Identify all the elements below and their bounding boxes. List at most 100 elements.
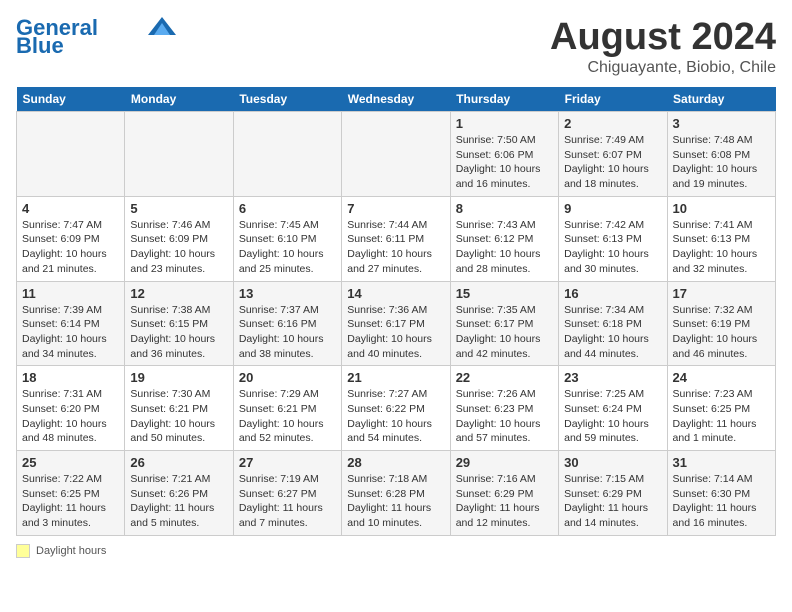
day-number: 7 (347, 201, 444, 216)
calendar-week-5: 25Sunrise: 7:22 AM Sunset: 6:25 PM Dayli… (17, 451, 776, 536)
day-number: 11 (22, 286, 119, 301)
day-number: 24 (673, 370, 770, 385)
day-number: 8 (456, 201, 553, 216)
calendar-cell: 24 Sunrise: 7:23 AM Sunset: 6:25 PM Dayli… (667, 366, 775, 451)
calendar-col-friday: Friday (559, 87, 667, 112)
calendar-week-3: 11 Sunrise: 7:39 AM Sunset: 6:14 PM Dayli… (17, 281, 776, 366)
calendar-cell: 7 Sunrise: 7:44 AM Sunset: 6:11 PM Daylig… (342, 196, 450, 281)
calendar-cell: 9Sunrise: 7:42 AM Sunset: 6:13 PM Daylig… (559, 196, 667, 281)
day-info: Sunrise: 7:31 AM Sunset: 6:20 PM Dayligh… (22, 387, 119, 446)
day-info: Sunrise: 7:41 AM Sunset: 6:13 PM Dayligh… (673, 218, 770, 277)
day-number: 31 (673, 455, 770, 470)
day-number: 14 (347, 286, 444, 301)
calendar-col-wednesday: Wednesday (342, 87, 450, 112)
day-number: 28 (347, 455, 444, 470)
calendar-week-1: 1 Sunrise: 7:50 AM Sunset: 6:06 PM Daylig… (17, 112, 776, 197)
calendar-cell: 17Sunrise: 7:32 AM Sunset: 6:19 PM Dayli… (667, 281, 775, 366)
day-number: 25 (22, 455, 119, 470)
calendar-cell: 26Sunrise: 7:21 AM Sunset: 6:26 PM Dayli… (125, 451, 233, 536)
calendar-cell: 21Sunrise: 7:27 AM Sunset: 6:22 PM Dayli… (342, 366, 450, 451)
day-info: Sunrise: 7:47 AM Sunset: 6:09 PM Dayligh… (22, 218, 119, 277)
calendar-col-monday: Monday (125, 87, 233, 112)
calendar-cell: 25Sunrise: 7:22 AM Sunset: 6:25 PM Dayli… (17, 451, 125, 536)
calendar-cell: 29 Sunrise: 7:16 AM Sunset: 6:29 PM Dayli… (450, 451, 558, 536)
day-info: Sunrise: 7:14 AM Sunset: 6:30 PM Dayligh… (673, 472, 770, 531)
day-number: 20 (239, 370, 336, 385)
calendar-cell: 12Sunrise: 7:38 AM Sunset: 6:15 PM Dayli… (125, 281, 233, 366)
day-number: 30 (564, 455, 661, 470)
day-info: Sunrise: 7:39 AM Sunset: 6:14 PM Dayligh… (22, 303, 119, 362)
day-info: Sunrise: 7:19 AM Sunset: 6:27 PM Dayligh… (239, 472, 336, 531)
day-info: Sunrise: 7:44 AM Sunset: 6:11 PM Dayligh… (347, 218, 444, 277)
logo-subtext: Blue (16, 34, 64, 58)
day-info: Sunrise: 7:35 AM Sunset: 6:17 PM Dayligh… (456, 303, 553, 362)
day-number: 18 (22, 370, 119, 385)
calendar-week-4: 18 Sunrise: 7:31 AM Sunset: 6:20 PM Dayli… (17, 366, 776, 451)
day-number: 23 (564, 370, 661, 385)
calendar-cell (342, 112, 450, 197)
day-info: Sunrise: 7:16 AM Sunset: 6:29 PM Dayligh… (456, 472, 553, 531)
calendar-cell: 22Sunrise: 7:26 AM Sunset: 6:23 PM Dayli… (450, 366, 558, 451)
day-number: 29 (456, 455, 553, 470)
day-info: Sunrise: 7:27 AM Sunset: 6:22 PM Dayligh… (347, 387, 444, 446)
day-number: 19 (130, 370, 227, 385)
logo-icon (148, 17, 176, 35)
calendar-cell: 14Sunrise: 7:36 AM Sunset: 6:17 PM Dayli… (342, 281, 450, 366)
day-number: 10 (673, 201, 770, 216)
logo: General Blue (16, 16, 176, 58)
calendar-col-sunday: Sunday (17, 87, 125, 112)
calendar-cell (125, 112, 233, 197)
calendar-cell: 27Sunrise: 7:19 AM Sunset: 6:27 PM Dayli… (233, 451, 341, 536)
day-info: Sunrise: 7:45 AM Sunset: 6:10 PM Dayligh… (239, 218, 336, 277)
calendar-cell: 8Sunrise: 7:43 AM Sunset: 6:12 PM Daylig… (450, 196, 558, 281)
calendar-cell: 28 Sunrise: 7:18 AM Sunset: 6:28 PM Dayli… (342, 451, 450, 536)
calendar-table: SundayMondayTuesdayWednesdayThursdayFrid… (16, 87, 776, 536)
day-number: 5 (130, 201, 227, 216)
calendar-header-row: SundayMondayTuesdayWednesdayThursdayFrid… (17, 87, 776, 112)
calendar-cell: 15 Sunrise: 7:35 AM Sunset: 6:17 PM Dayli… (450, 281, 558, 366)
day-number: 6 (239, 201, 336, 216)
day-info: Sunrise: 7:15 AM Sunset: 6:29 PM Dayligh… (564, 472, 661, 531)
day-info: Sunrise: 7:30 AM Sunset: 6:21 PM Dayligh… (130, 387, 227, 446)
calendar-cell (17, 112, 125, 197)
legend: Daylight hours (16, 544, 776, 558)
calendar-cell: 23 Sunrise: 7:25 AM Sunset: 6:24 PM Dayli… (559, 366, 667, 451)
title-block: August 2024 Chiguayante, Biobio, Chile (550, 16, 776, 77)
day-number: 13 (239, 286, 336, 301)
day-number: 17 (673, 286, 770, 301)
day-number: 2 (564, 116, 661, 131)
day-info: Sunrise: 7:34 AM Sunset: 6:18 PM Dayligh… (564, 303, 661, 362)
day-info: Sunrise: 7:50 AM Sunset: 6:06 PM Dayligh… (456, 133, 553, 192)
page-subtitle: Chiguayante, Biobio, Chile (550, 59, 776, 77)
day-info: Sunrise: 7:26 AM Sunset: 6:23 PM Dayligh… (456, 387, 553, 446)
calendar-cell: 19 Sunrise: 7:30 AM Sunset: 6:21 PM Dayli… (125, 366, 233, 451)
calendar-cell: 20Sunrise: 7:29 AM Sunset: 6:21 PM Dayli… (233, 366, 341, 451)
calendar-cell: 5Sunrise: 7:46 AM Sunset: 6:09 PM Daylig… (125, 196, 233, 281)
day-info: Sunrise: 7:25 AM Sunset: 6:24 PM Dayligh… (564, 387, 661, 446)
calendar-week-2: 4 Sunrise: 7:47 AM Sunset: 6:09 PM Daylig… (17, 196, 776, 281)
calendar-cell: 18 Sunrise: 7:31 AM Sunset: 6:20 PM Dayli… (17, 366, 125, 451)
day-number: 4 (22, 201, 119, 216)
calendar-col-saturday: Saturday (667, 87, 775, 112)
day-info: Sunrise: 7:21 AM Sunset: 6:26 PM Dayligh… (130, 472, 227, 531)
page-header: General Blue August 2024 Chiguayante, Bi… (16, 16, 776, 77)
legend-label: Daylight hours (36, 545, 106, 557)
page-title: August 2024 (550, 16, 776, 59)
day-info: Sunrise: 7:37 AM Sunset: 6:16 PM Dayligh… (239, 303, 336, 362)
day-number: 16 (564, 286, 661, 301)
calendar-cell: 16 Sunrise: 7:34 AM Sunset: 6:18 PM Dayli… (559, 281, 667, 366)
calendar-body: 1 Sunrise: 7:50 AM Sunset: 6:06 PM Daylig… (17, 112, 776, 536)
calendar-cell: 11 Sunrise: 7:39 AM Sunset: 6:14 PM Dayli… (17, 281, 125, 366)
day-info: Sunrise: 7:23 AM Sunset: 6:25 PM Dayligh… (673, 387, 770, 446)
calendar-cell: 2Sunrise: 7:49 AM Sunset: 6:07 PM Daylig… (559, 112, 667, 197)
day-info: Sunrise: 7:18 AM Sunset: 6:28 PM Dayligh… (347, 472, 444, 531)
day-info: Sunrise: 7:38 AM Sunset: 6:15 PM Dayligh… (130, 303, 227, 362)
calendar-cell: 10 Sunrise: 7:41 AM Sunset: 6:13 PM Dayli… (667, 196, 775, 281)
calendar-cell (233, 112, 341, 197)
calendar-cell: 30 Sunrise: 7:15 AM Sunset: 6:29 PM Dayli… (559, 451, 667, 536)
calendar-cell: 1 Sunrise: 7:50 AM Sunset: 6:06 PM Daylig… (450, 112, 558, 197)
day-number: 1 (456, 116, 553, 131)
calendar-cell: 13 Sunrise: 7:37 AM Sunset: 6:16 PM Dayli… (233, 281, 341, 366)
calendar-col-thursday: Thursday (450, 87, 558, 112)
day-number: 15 (456, 286, 553, 301)
